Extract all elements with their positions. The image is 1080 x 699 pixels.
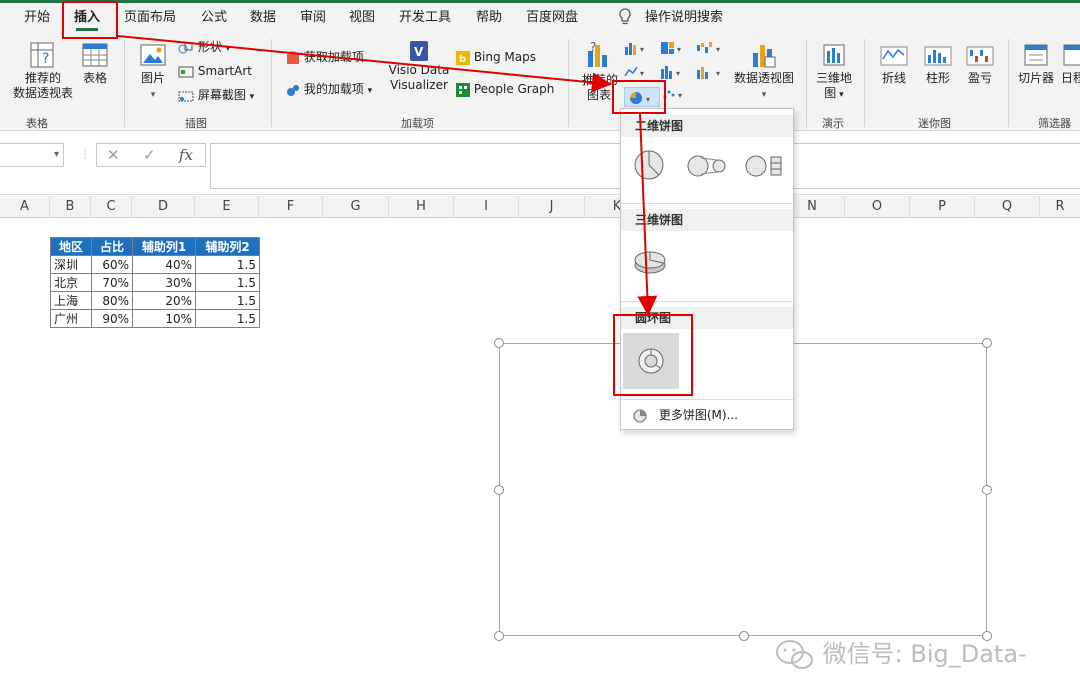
- annotation-arrows: [117, 35, 658, 316]
- watermark-text: 微信号: Big_Data-: [822, 640, 1027, 668]
- wechat-icon: [776, 640, 813, 669]
- watermark: 微信号: Big_Data-: [775, 634, 1027, 674]
- arrow-insert-to-pie: [117, 35, 612, 93]
- arrow-pie-to-doughnut: [637, 113, 658, 316]
